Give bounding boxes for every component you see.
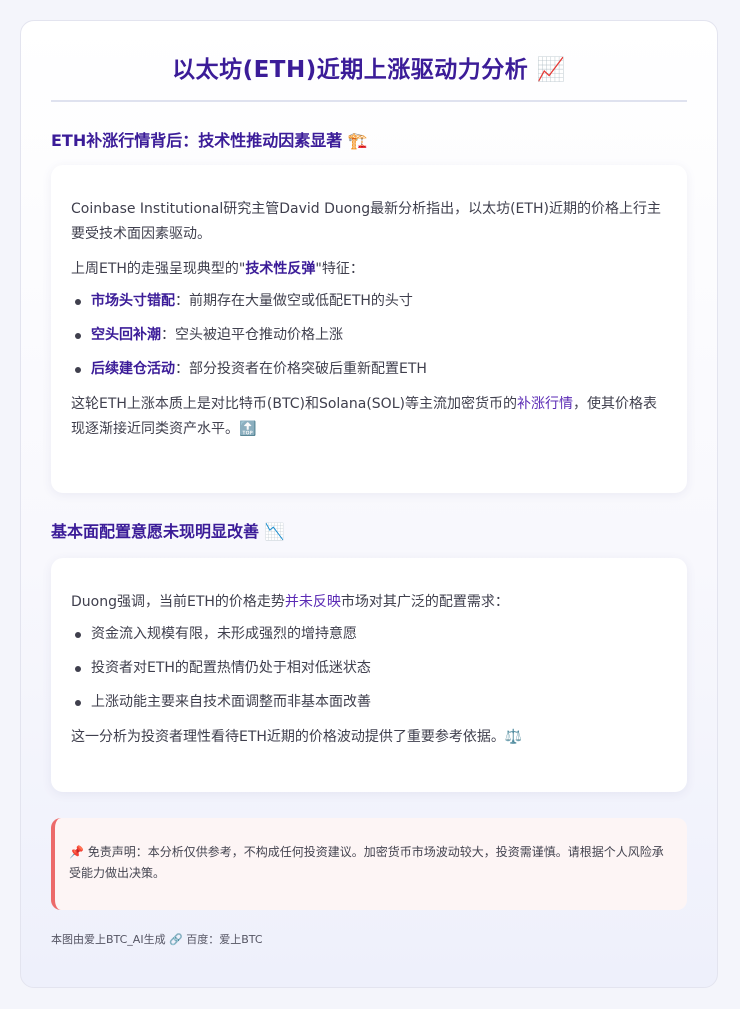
point-keyword: 空头回补潮: [91, 327, 161, 343]
list-item: 投资者对ETH的配置热情仍处于相对低迷状态: [75, 656, 667, 681]
point-text: ：空头被迫平仓推动价格上涨: [161, 327, 343, 343]
fundamentals-card: Duong强调，当前ETH的价格走势并未反映市场对其广泛的配置需求： 资金流入规…: [51, 558, 687, 792]
fundamentals-points-list: 资金流入规模有限，未形成强烈的增持意愿 投资者对ETH的配置热情仍处于相对低迷状…: [71, 622, 667, 715]
intro-text-after: 市场对其广泛的配置需求：: [340, 594, 509, 610]
technical-factors-card: Coinbase Institutional研究主管David Duong最新分…: [51, 165, 687, 493]
section-heading-technical: ETH补涨行情背后：技术性推动因素显著 🏗️: [51, 131, 368, 150]
title-divider: [51, 100, 687, 102]
point-text: ：部分投资者在价格突破后重新配置ETH: [175, 361, 427, 377]
fundamentals-intro: Duong强调，当前ETH的价格走势并未反映市场对其广泛的配置需求：: [71, 590, 667, 615]
disclaimer-box: 📌 免责声明：本分析仅供参考，不构成任何投资建议。加密货币市场波动较大，投资需谨…: [51, 818, 687, 910]
article-card: 以太坊(ETH)近期上涨驱动力分析 📈 ETH补涨行情背后：技术性推动因素显著 …: [20, 20, 718, 988]
point-keyword: 后续建仓活动: [91, 361, 175, 377]
conclusion-text-before: 这轮ETH上涨本质上是对比特币(BTC)和Solana(SOL)等主流加密货币的: [71, 396, 517, 412]
lead-paragraph: 上周ETH的走强呈现典型的"技术性反弹"特征：: [71, 257, 667, 282]
intro-paragraph: Coinbase Institutional研究主管David Duong最新分…: [71, 201, 661, 242]
list-item: 市场头寸错配：前期存在大量做空或低配ETH的头寸: [75, 289, 667, 314]
list-item: 上涨动能主要来自技术面调整而非基本面改善: [75, 690, 667, 715]
point-keyword: 市场头寸错配: [91, 293, 175, 309]
list-item: 资金流入规模有限，未形成强烈的增持意愿: [75, 622, 667, 647]
footer-credit: 本图由爱上BTC_AI生成 🔗 百度：爱上BTC: [51, 933, 263, 946]
page-title: 以太坊(ETH)近期上涨驱动力分析 📈: [172, 57, 566, 83]
lead-text-before: 上周ETH的走强呈现典型的": [71, 261, 246, 277]
conclusion-highlight: 补涨行情: [516, 396, 573, 412]
point-text: ：前期存在大量做空或低配ETH的头寸: [175, 293, 413, 309]
lead-keyword: 技术性反弹: [245, 261, 316, 277]
conclusion-paragraph: 这轮ETH上涨本质上是对比特币(BTC)和Solana(SOL)等主流加密货币的…: [71, 392, 667, 442]
list-item: 空头回补潮：空头被迫平仓推动价格上涨: [75, 323, 667, 348]
intro-highlight: 并未反映: [284, 594, 341, 610]
fundamentals-conclusion: 这一分析为投资者理性看待ETH近期的价格波动提供了重要参考依据。⚖️: [71, 729, 523, 745]
list-item: 后续建仓活动：部分投资者在价格突破后重新配置ETH: [75, 357, 667, 382]
section-heading-fundamentals: 基本面配置意愿未现明显改善 📉: [51, 522, 285, 541]
technical-points-list: 市场头寸错配：前期存在大量做空或低配ETH的头寸 空头回补潮：空头被迫平仓推动价…: [71, 289, 667, 382]
intro-text-before: Duong强调，当前ETH的价格走势: [71, 594, 285, 610]
lead-text-after: "特征：: [315, 261, 364, 277]
